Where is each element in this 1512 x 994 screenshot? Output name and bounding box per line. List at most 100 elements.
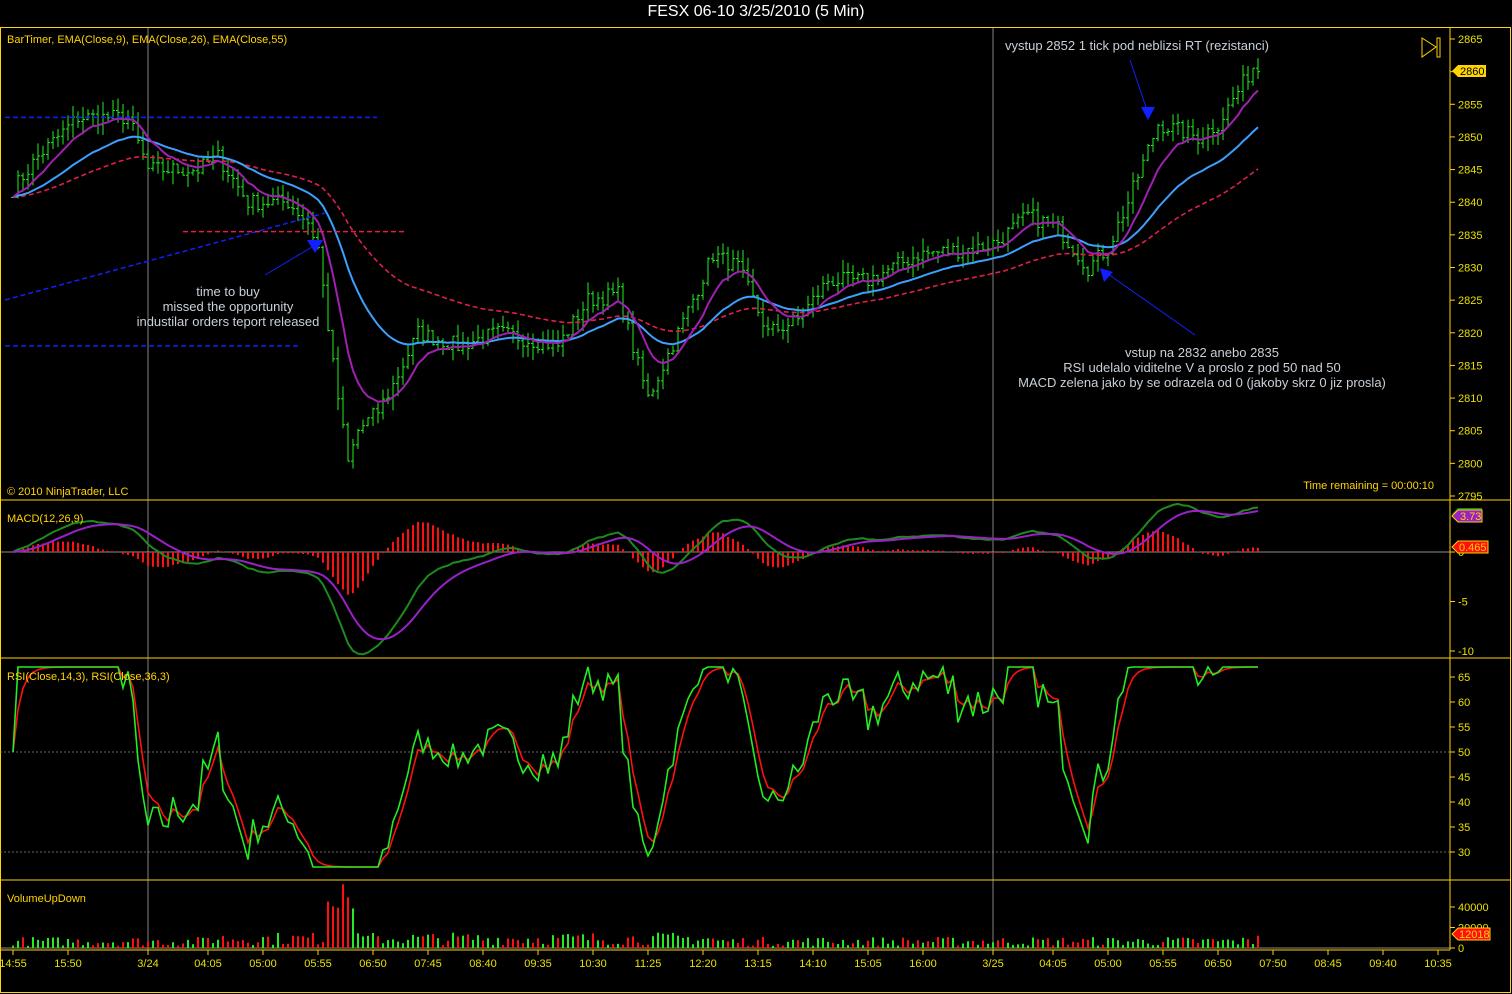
price-bar [761,301,765,338]
price-bar [691,293,695,313]
price-bar [191,168,195,176]
price-bar [611,282,615,296]
price-bar [706,257,710,286]
price-bar [901,251,905,270]
price-bar [1051,213,1055,228]
price-axis-label: 2820 [1458,328,1482,340]
price-axis-label: 2830 [1458,263,1482,275]
price-bar [86,109,90,121]
price-bar [56,128,60,148]
price-bar [96,104,100,135]
price-bar [591,290,595,313]
price-bar [321,245,325,298]
trend-line [4,212,326,301]
price-bar [791,311,795,327]
price-bar [336,346,340,411]
price-bar [171,160,175,185]
price-bar [751,268,755,297]
price-bar [766,316,770,337]
price-bar [501,315,505,332]
price-bar [1221,107,1225,141]
price-bar [486,328,490,346]
time-axis-label: 10:35 [1424,958,1452,970]
price-bar [366,417,370,427]
price-bar [246,195,250,216]
price-bar [1036,201,1040,237]
rsi-axis-label: 35 [1458,822,1470,834]
rsi-line [12,664,1258,868]
time-axis-label: 05:55 [304,958,332,970]
price-bars [11,58,1260,469]
price-bar [1241,64,1245,102]
price-bar [866,273,870,293]
time-axis-label: 16:00 [909,958,937,970]
price-bar [531,333,535,360]
price-bar [346,422,350,462]
annotation-left-2: missed the opportunity [163,299,294,314]
volume-panel-label: VolumeUpDown [7,893,86,905]
price-axis-label: 2845 [1458,165,1482,177]
time-axis-label: 04:05 [1039,958,1067,970]
time-axis-label: 07:45 [414,958,442,970]
chart-canvas[interactable]: 2865 2860 2855 2850 2845 2840 2835 2830 2825 2820… [0,0,1512,994]
price-axis-label: 2815 [1458,360,1482,372]
rsi-axis-label: 55 [1458,722,1470,734]
price-bar [846,262,850,285]
price-bar [1126,191,1130,227]
time-axis-label: 11:25 [635,958,662,970]
price-bar [356,428,360,450]
price-bar [351,438,355,469]
price-bar [111,100,115,120]
price-bar [1026,204,1030,215]
price-bar [146,149,150,171]
price-bar [1156,123,1160,142]
price-bar [341,386,345,429]
time-axis-label: 12:20 [689,958,717,970]
price-bar [696,294,700,311]
time-axis-label: 08:40 [469,958,497,970]
price-axis-label: 2835 [1458,230,1482,242]
price-bar [46,138,50,160]
price-marker: 2860 [1452,65,1486,78]
price-bar [411,337,415,365]
price-bar [256,192,260,213]
price-bar [701,279,705,300]
macd-axis-label: -5 [1458,597,1468,609]
time-axis-label: 04:05 [194,958,222,970]
price-bar [1131,172,1135,214]
time-axis-label: 3/25 [982,958,1003,970]
price-bar [1151,137,1155,153]
price-bar [856,271,860,282]
price-bar [596,292,600,311]
price-bar [1236,85,1240,105]
price-bar [571,314,575,336]
price-bar [76,111,80,128]
rsi-average-line [12,666,1258,868]
arrow-line [264,246,313,276]
go-to-end-icon[interactable] [1421,37,1441,58]
arrow-line [1107,273,1196,336]
price-bar [776,314,780,333]
price-bar [656,376,660,400]
time-axis-label: 06:50 [1204,958,1232,970]
rsi-axis-label: 65 [1458,672,1470,684]
price-bar [1116,211,1120,242]
price-bar [771,321,775,337]
time-axis-label: 09:35 [524,958,552,970]
price-bar [1096,243,1100,272]
price-bar [1041,215,1045,239]
price-bar [1141,154,1145,178]
price-bar [711,253,715,264]
macd-diff-marker: 0.465 [1451,540,1489,554]
macd-line [12,502,1259,656]
time-axis-label: 15:50 [54,958,82,970]
macd-average-line [12,509,1259,641]
price-bar [526,332,530,357]
price-bar [1136,173,1140,190]
time-axis-label: 3/24 [137,958,158,970]
price-bar [431,329,435,346]
price-bar [886,265,890,277]
volume-axis-label: 0 [1458,943,1464,955]
price-bar [641,350,645,389]
price-bar [1086,266,1090,282]
